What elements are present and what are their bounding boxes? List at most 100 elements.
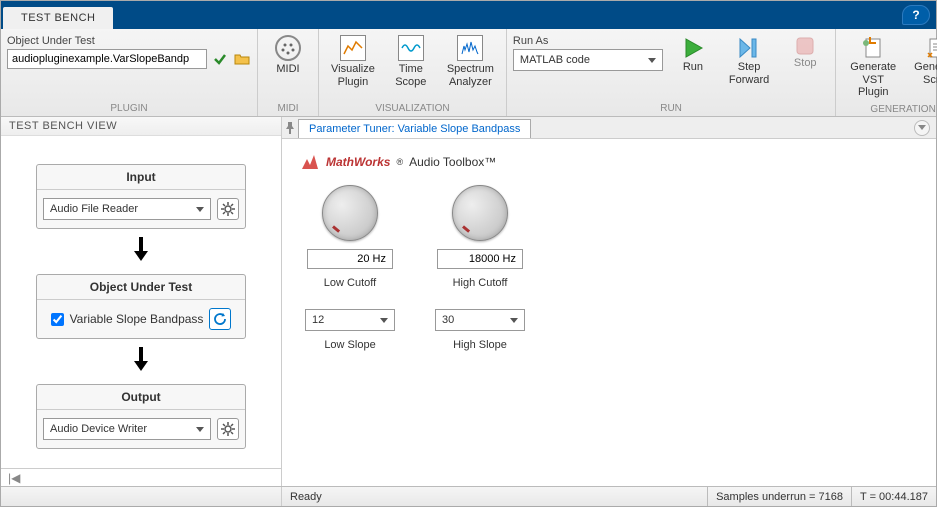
time-scope-button[interactable]: Time Scope <box>387 33 435 88</box>
step-forward-icon <box>736 35 762 61</box>
visualize-plugin-button[interactable]: Visualize Plugin <box>325 33 381 88</box>
time-scope-label: Time Scope <box>395 63 426 88</box>
status-bar: Ready Samples underrun = 7168 T = 00:44.… <box>1 486 936 506</box>
confirm-icon[interactable] <box>211 50 229 68</box>
pin-icon[interactable] <box>282 122 298 134</box>
left-panel: TEST BENCH VIEW Input Audio File Reader <box>1 117 282 486</box>
step-forward-label: Step Forward <box>729 61 769 86</box>
left-panel-title: TEST BENCH VIEW <box>1 117 281 136</box>
low-cutoff-knob[interactable] <box>322 185 378 241</box>
group-label-visualization: VISUALIZATION <box>319 102 506 116</box>
generate-script-button[interactable]: Generate Script <box>910 33 937 86</box>
high-cutoff-label: High Cutoff <box>453 277 508 289</box>
right-tab-bar: Parameter Tuner: Variable Slope Bandpass <box>282 117 936 139</box>
chevron-down-icon <box>918 125 926 130</box>
generate-vst-button[interactable]: Generate VST Plugin <box>842 33 904 99</box>
time-scope-icon <box>398 35 424 61</box>
generate-script-label: Generate Script <box>914 61 937 86</box>
run-as-value: MATLAB code <box>520 54 590 66</box>
run-button[interactable]: Run <box>669 33 717 74</box>
generate-script-icon <box>924 35 937 61</box>
pager-prev-button[interactable]: |◀ <box>5 471 23 485</box>
spectrum-analyzer-label: Spectrum Analyzer <box>447 63 494 88</box>
brand-reg: ® <box>396 157 403 167</box>
brand-product: Audio Toolbox™ <box>409 155 496 169</box>
midi-button[interactable]: MIDI <box>264 33 312 76</box>
toolstrip: Object Under Test PLUGIN M <box>1 29 936 117</box>
group-label-generation: GENERATION <box>836 103 937 117</box>
spectrum-analyzer-button[interactable]: Spectrum Analyzer <box>441 33 500 88</box>
out-enable-checkbox[interactable]: Variable Slope Bandpass <box>51 312 204 326</box>
output-select[interactable]: Audio Device Writer <box>43 418 211 440</box>
spectrum-analyzer-icon <box>457 35 483 61</box>
tab-parameter-tuner[interactable]: Parameter Tuner: Variable Slope Bandpass <box>298 119 531 138</box>
chevron-down-icon <box>196 427 204 432</box>
low-cutoff-label: Low Cutoff <box>324 277 376 289</box>
help-icon[interactable]: ? <box>902 5 930 25</box>
high-slope-label: High Slope <box>453 339 507 351</box>
app-tab-bar: TEST BENCH ? <box>1 1 936 29</box>
stage-out: Object Under Test Variable Slope Bandpas… <box>36 274 246 339</box>
stage-input: Input Audio File Reader <box>36 164 246 229</box>
generate-vst-icon <box>860 35 886 61</box>
main-area: TEST BENCH VIEW Input Audio File Reader <box>1 117 936 486</box>
right-panel: Parameter Tuner: Variable Slope Bandpass… <box>282 117 936 486</box>
status-ready: Ready <box>282 491 707 503</box>
stage-input-title: Input <box>37 165 245 190</box>
step-forward-button[interactable]: Step Forward <box>723 33 775 86</box>
left-footer-pager: |◀ <box>1 468 281 486</box>
high-slope-select[interactable]: 30 <box>435 309 525 331</box>
folder-icon[interactable] <box>233 50 251 68</box>
stage-output: Output Audio Device Writer <box>36 384 246 449</box>
input-select-value: Audio File Reader <box>50 203 138 215</box>
high-slope-value: 30 <box>442 314 454 326</box>
stop-label: Stop <box>794 57 817 70</box>
label-run-as: Run As <box>513 35 663 47</box>
group-label-plugin: PLUGIN <box>1 102 257 116</box>
status-underrun: Samples underrun = 7168 <box>707 487 851 506</box>
chevron-down-icon <box>510 318 518 323</box>
label-object-under-test: Object Under Test <box>7 35 251 47</box>
generate-vst-label: Generate VST Plugin <box>848 61 898 99</box>
chevron-down-icon <box>380 318 388 323</box>
low-slope-value: 12 <box>312 314 324 326</box>
out-checkbox-input[interactable] <box>51 313 64 326</box>
brand-company: MathWorks <box>326 155 390 169</box>
group-label-midi: MIDI <box>258 102 318 116</box>
flow-arrow-icon <box>131 345 151 378</box>
gear-icon <box>221 202 235 216</box>
gear-icon <box>221 422 235 436</box>
sync-icon <box>213 312 227 326</box>
input-settings-button[interactable] <box>217 198 239 220</box>
out-name: Variable Slope Bandpass <box>70 312 204 326</box>
run-label: Run <box>683 61 703 74</box>
midi-button-label: MIDI <box>276 63 299 76</box>
output-select-value: Audio Device Writer <box>50 423 147 435</box>
status-time: T = 00:44.187 <box>851 487 936 506</box>
object-under-test-input[interactable] <box>7 49 207 69</box>
play-icon <box>680 35 706 61</box>
visualize-plugin-label: Visualize Plugin <box>331 63 375 88</box>
output-settings-button[interactable] <box>217 418 239 440</box>
tab-dropdown-button[interactable] <box>914 120 930 136</box>
stage-out-title: Object Under Test <box>37 275 245 300</box>
visualize-plugin-icon <box>340 35 366 61</box>
chevron-down-icon <box>648 58 656 63</box>
brand-row: MathWorks ® Audio Toolbox™ <box>300 153 918 171</box>
low-cutoff-value[interactable] <box>307 249 393 269</box>
out-sync-button[interactable] <box>209 308 231 330</box>
low-slope-label: Low Slope <box>324 339 375 351</box>
stop-button[interactable]: Stop <box>781 33 829 70</box>
stop-icon <box>794 35 816 57</box>
stage-output-title: Output <box>37 385 245 410</box>
tab-test-bench[interactable]: TEST BENCH <box>3 7 113 29</box>
mathworks-logo-icon <box>300 153 320 171</box>
group-label-run: RUN <box>507 102 835 116</box>
input-select[interactable]: Audio File Reader <box>43 198 211 220</box>
flow-arrow-icon <box>131 235 151 268</box>
run-as-select[interactable]: MATLAB code <box>513 49 663 71</box>
low-slope-select[interactable]: 12 <box>305 309 395 331</box>
high-cutoff-knob[interactable] <box>452 185 508 241</box>
high-cutoff-value[interactable] <box>437 249 523 269</box>
chevron-down-icon <box>196 207 204 212</box>
